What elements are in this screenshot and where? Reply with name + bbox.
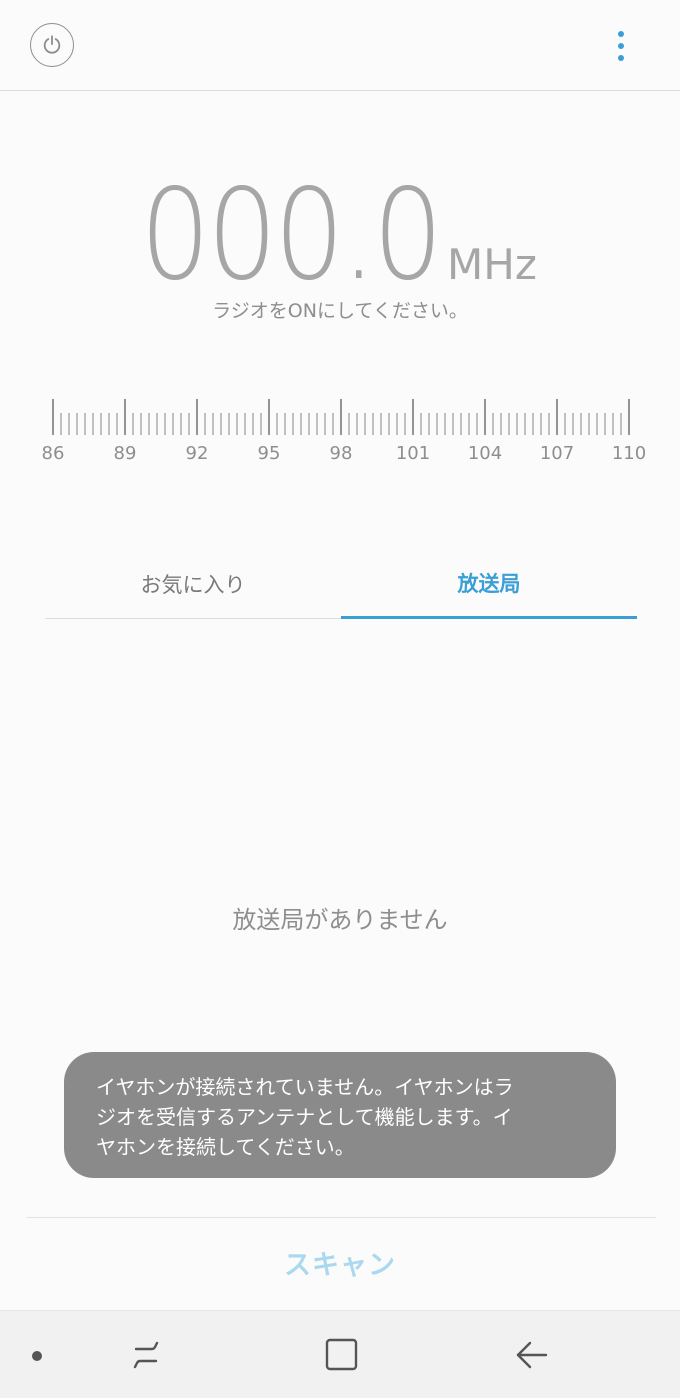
scale-label: 110: [611, 443, 647, 464]
nav-dot-icon: [32, 1351, 42, 1361]
home-button[interactable]: [322, 1335, 362, 1375]
scan-button[interactable]: スキャン: [0, 1243, 680, 1282]
toast-line: ヤホンを接続してください。: [96, 1135, 355, 1159]
more-vert-icon-dot: [618, 55, 624, 61]
scale-label: 98: [329, 443, 353, 464]
back-icon: [516, 1341, 548, 1369]
recent-apps-icon: [133, 1341, 159, 1369]
empty-stations-message: 放送局がありません: [232, 906, 448, 934]
system-nav-bar: [0, 1310, 680, 1398]
toast-line: イヤホンが接続されていません。イヤホンはラ: [96, 1075, 514, 1099]
frequency-unit: MHz: [447, 240, 537, 289]
power-icon: [43, 35, 61, 54]
scale-label: 104: [467, 443, 503, 464]
tuning-scale-ticks: [52, 399, 630, 435]
power-button[interactable]: [30, 23, 74, 67]
scale-label: 107: [539, 443, 575, 464]
tab-stations[interactable]: 放送局: [341, 550, 637, 619]
scale-label: 86: [41, 443, 65, 464]
recent-apps-button[interactable]: [130, 1335, 170, 1375]
scale-label: 101: [395, 443, 431, 464]
more-vert-icon: [618, 31, 624, 37]
toast-line: ジオを受信するアンテナとして機能します。イ: [96, 1105, 513, 1129]
scale-label: 89: [113, 443, 137, 464]
tab-favorites[interactable]: お気に入り: [45, 550, 341, 619]
tuning-scale[interactable]: 86 89 92 95 98 101 104 107 110: [0, 395, 680, 475]
tuning-scale-labels: 86 89 92 95 98 101 104 107 110: [0, 443, 680, 467]
earphone-toast: イヤホンが接続されていません。イヤホンはラ ジオを受信するアンテナとして機能しま…: [64, 1052, 616, 1178]
more-vert-icon-dot: [618, 43, 624, 49]
top-bar: [0, 0, 680, 91]
scale-label: 95: [257, 443, 281, 464]
more-options-button[interactable]: [604, 24, 638, 68]
back-button[interactable]: [512, 1335, 552, 1375]
home-icon: [325, 1338, 358, 1371]
frequency-value: 000.0: [140, 161, 443, 308]
tab-bar: お気に入り 放送局: [45, 550, 637, 620]
scale-label: 92: [185, 443, 209, 464]
radio-off-hint: ラジオをONにしてください。: [212, 300, 468, 322]
frequency-display: 000.0 MHz: [0, 170, 680, 300]
bottom-divider: [26, 1217, 656, 1218]
fm-radio-screen: 000.0 MHz ラジオをONにしてください。 86 89 92 95 98 101 10…: [0, 0, 680, 1398]
